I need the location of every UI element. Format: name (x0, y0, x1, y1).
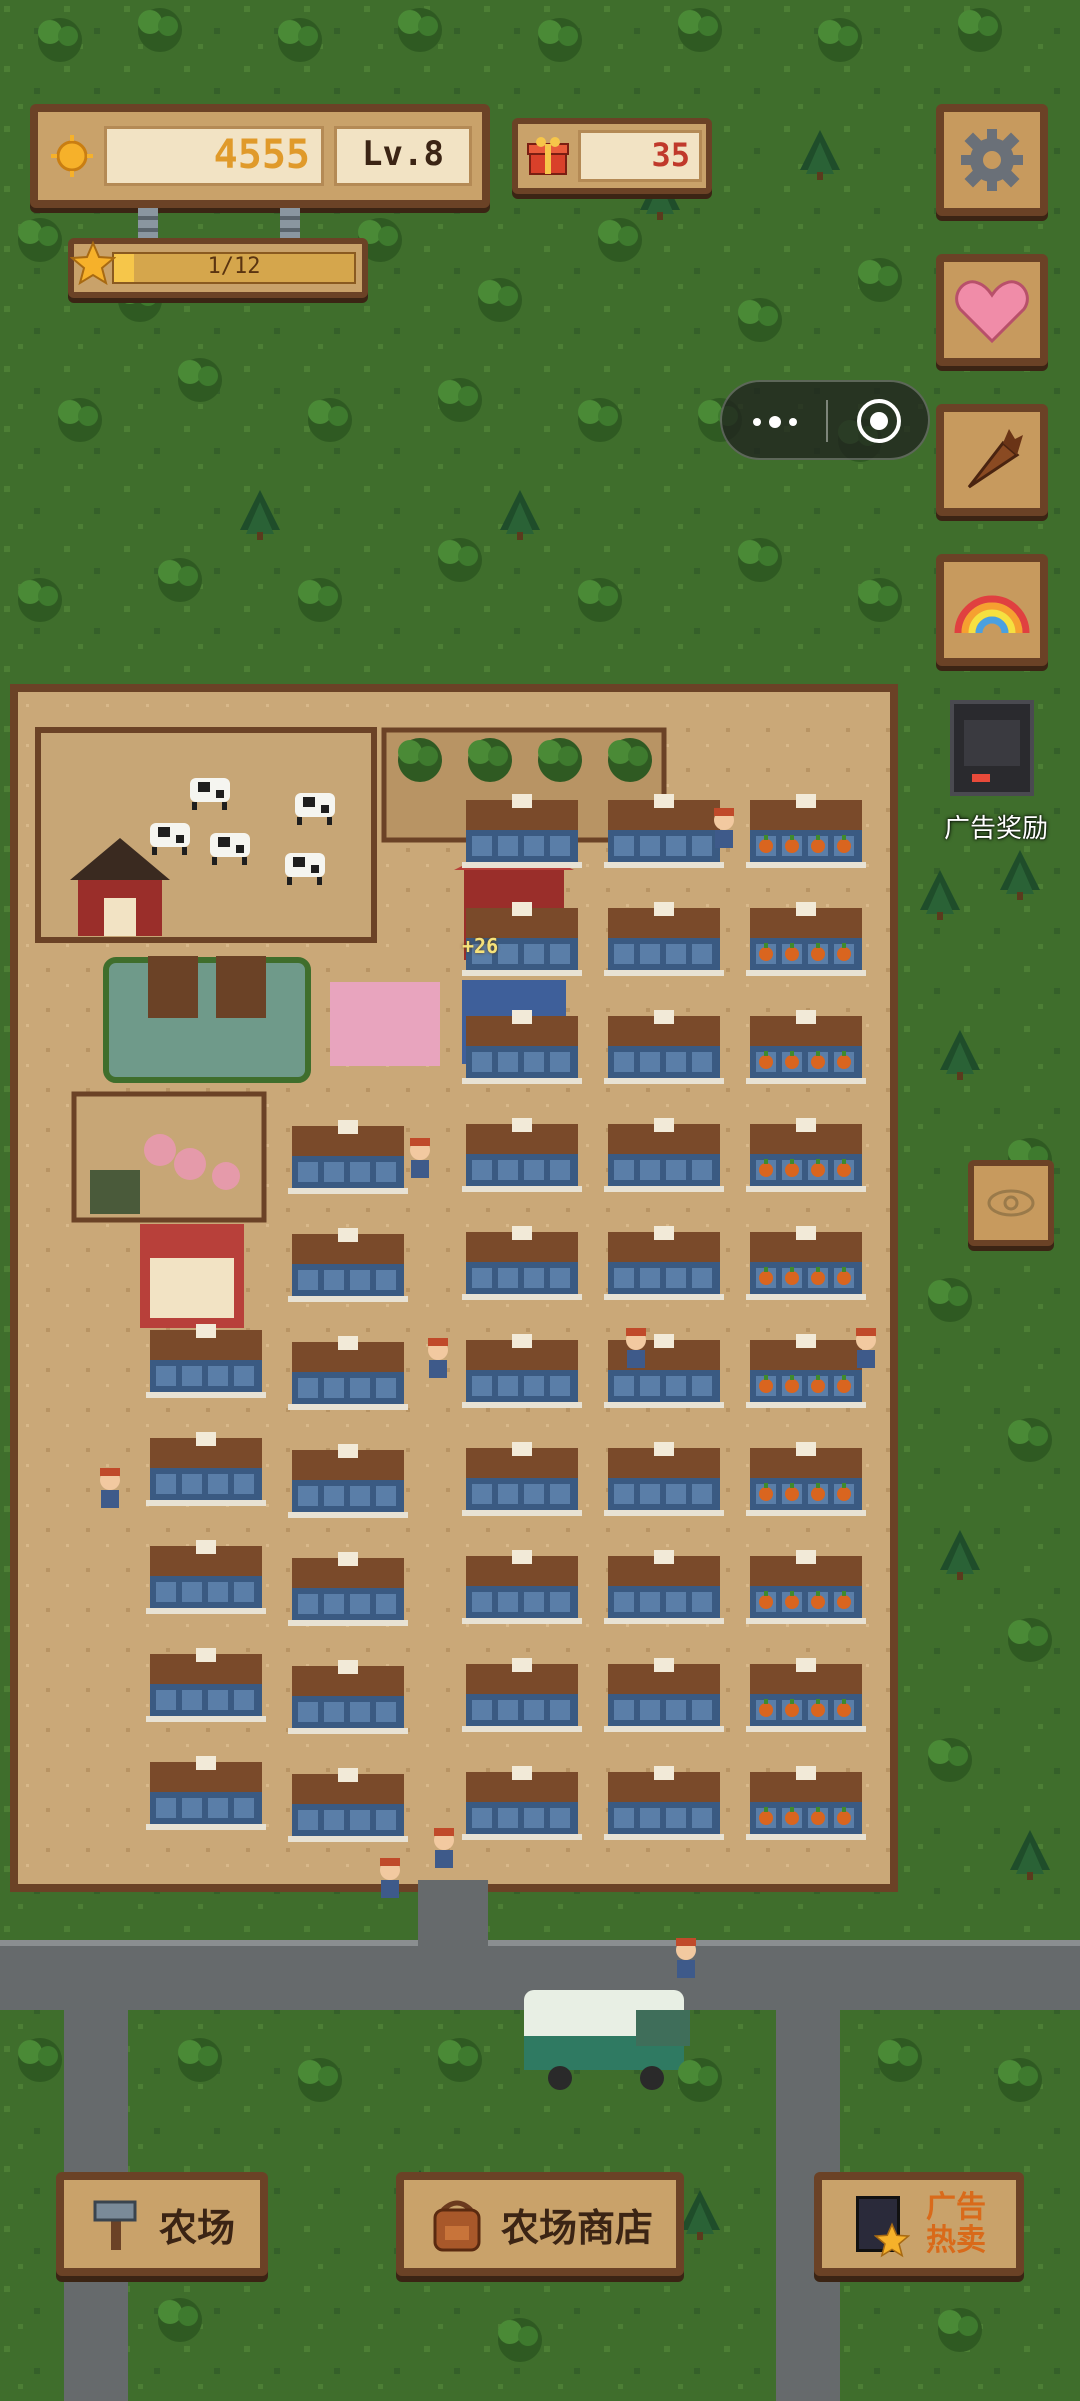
ad-book-icon (852, 2192, 912, 2258)
hammer-icon (93, 2200, 137, 2250)
rainbow-button[interactable] (936, 554, 1048, 666)
star-progress-panel: 1/12 (68, 238, 368, 298)
miniprogram-capsule (720, 380, 930, 460)
more-menu-icon[interactable] (740, 402, 810, 442)
eye-icon (987, 1189, 1035, 1217)
farm-button-label: 农场 (158, 2205, 235, 2250)
carrot-icon (967, 429, 1023, 489)
capsule-divider (826, 400, 828, 442)
tv-icon (950, 700, 1034, 796)
backpack-icon (433, 2200, 481, 2252)
ad-hot-sale-line1: 广告 (926, 2190, 986, 2225)
ad-hot-sale-line2: 热卖 (926, 2223, 986, 2258)
ad-reward-button[interactable]: 广告奖励 (936, 696, 1056, 846)
ad-reward-label: 广告奖励 (943, 814, 1048, 844)
close-miniprogram-icon[interactable] (854, 396, 904, 446)
rainbow-icon (954, 595, 1030, 634)
star-icon (69, 240, 117, 286)
farm-button[interactable]: 农场 (56, 2172, 268, 2276)
settings-button[interactable] (936, 104, 1048, 216)
gear-icon (961, 129, 1023, 191)
farm-shop-button[interactable]: 农场商店 (396, 2172, 684, 2276)
view-toggle-button[interactable] (968, 1160, 1054, 1246)
farm-scene[interactable] (0, 0, 1080, 2401)
currency-panel: 4555 Lv.8 (30, 104, 490, 208)
star-progress-text: 1/12 (207, 254, 261, 279)
gift-icon (526, 134, 570, 178)
gift-panel: 35 (512, 118, 712, 194)
ad-hot-sale-button[interactable]: 广告 热卖 (814, 2172, 1024, 2276)
gift-count: 35 (651, 136, 690, 174)
coin-count: 4555 (213, 132, 310, 178)
floating-reward-text: +26 (462, 934, 499, 958)
love-button[interactable] (936, 254, 1048, 366)
heart-love-icon (955, 280, 1029, 344)
level-label: Lv.8 (362, 134, 444, 174)
carrot-button[interactable] (936, 404, 1048, 516)
sun-coin-icon (50, 134, 94, 178)
farm-shop-button-label: 农场商店 (500, 2205, 653, 2250)
